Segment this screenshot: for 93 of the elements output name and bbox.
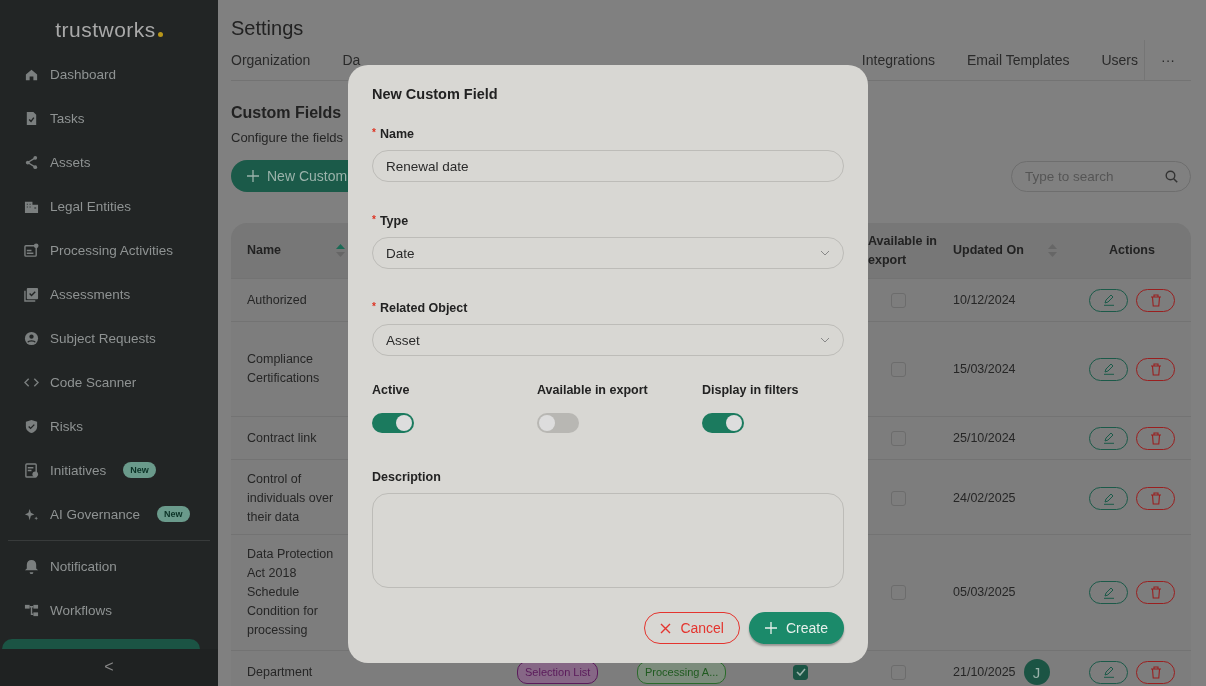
pencil-icon — [1102, 432, 1115, 444]
avatar: J — [1023, 659, 1050, 685]
flowchart-icon — [24, 603, 39, 619]
table-cell-text: Control of individuals over their data — [247, 471, 335, 526]
field-label: Type — [379, 214, 409, 228]
toggle-label: Available in export — [537, 383, 648, 397]
shield-icon — [24, 418, 39, 434]
sidebar-item[interactable]: Risks — [24, 404, 218, 448]
document-check-icon — [24, 110, 39, 126]
table-cell-text: Authorized — [247, 291, 307, 309]
chevron-icon — [820, 250, 830, 256]
table-cell-text: Compliance Certifications — [247, 351, 321, 387]
text-field[interactable]: Renewal date — [372, 150, 844, 182]
clipboard-icon — [24, 462, 39, 478]
table-cell-text: Data Protection Act 2018 Schedule Condition for processing — [247, 546, 335, 639]
sidebar-item[interactable]: Assessments — [24, 272, 218, 316]
card-icon — [24, 242, 39, 258]
table-cell-text: 15/03/2024 — [953, 360, 1016, 378]
toggle-switch[interactable] — [702, 413, 744, 433]
sidebar-item[interactable]: Notification — [24, 544, 218, 589]
table-cell-text: Department — [247, 663, 313, 681]
more-tab[interactable]: ··· — [1144, 40, 1175, 80]
dropdown[interactable]: Date — [372, 237, 844, 269]
sidebar-item[interactable]: Dashboard — [24, 52, 218, 96]
page-title: Settings — [231, 17, 304, 40]
new-badge: New — [123, 462, 156, 478]
selected-menu-item[interactable] — [2, 638, 200, 649]
create-button[interactable]: Create — [748, 612, 844, 644]
sidebar-item[interactable]: Assets — [24, 140, 218, 184]
person-icon — [24, 330, 39, 346]
toggle-label: Active — [372, 383, 410, 397]
trash-icon — [1149, 293, 1162, 307]
pencil-icon — [1102, 363, 1115, 375]
trash-icon — [1149, 362, 1162, 376]
sidebar-item[interactable]: Workflows — [24, 588, 218, 633]
plus-icon — [764, 622, 777, 634]
required-mark: * — [372, 127, 376, 140]
field-label: Related Object — [379, 301, 468, 315]
pencil-icon — [1102, 666, 1115, 678]
sidebar-item[interactable]: Initiatives New — [24, 448, 218, 492]
logo: trustworks — [55, 18, 156, 42]
toggle-label: Display in filters — [702, 383, 799, 397]
toggle-switch[interactable] — [372, 413, 414, 433]
chevron-icon — [820, 337, 830, 343]
table-cell-text: 05/03/2025 — [953, 584, 1016, 601]
table-cell-text: Contract link — [247, 429, 317, 447]
sidebar-item[interactable]: AI Governance New — [24, 492, 218, 536]
tab[interactable]: Users — [1101, 52, 1138, 68]
trash-icon — [1149, 431, 1162, 445]
field-label: Description — [372, 470, 441, 484]
close-icon — [660, 622, 672, 634]
pencil-icon — [1102, 294, 1115, 306]
pencil-icon — [1102, 586, 1115, 599]
section-description: Configure the fields — [231, 130, 343, 145]
plus-icon — [247, 170, 259, 182]
sparkle-icon — [24, 506, 39, 522]
table-cell-text: 24/02/2025 — [953, 490, 1016, 507]
tab[interactable]: Da — [342, 52, 361, 68]
dialog-title: New Custom Field — [372, 86, 499, 102]
trash-icon — [1149, 492, 1162, 505]
sort-icon[interactable] — [336, 244, 345, 257]
table-cell-text: 21/10/2025 — [953, 663, 1016, 681]
sidebar-item[interactable]: Processing Activities — [24, 228, 218, 272]
toggle-switch[interactable] — [537, 413, 579, 433]
checklist-icon — [24, 286, 39, 302]
column-header: Updated On — [953, 242, 1024, 259]
bell-icon — [24, 559, 39, 575]
table-cell-text: 10/12/2024 — [953, 291, 1016, 309]
trash-icon — [1149, 586, 1162, 599]
column-header: Available in export — [868, 232, 937, 269]
new-badge: New — [157, 506, 190, 522]
dropdown[interactable]: Asset — [372, 324, 844, 356]
tab[interactable]: Email Templates — [967, 52, 1070, 68]
required-mark: * — [372, 214, 376, 227]
column-header: Name — [247, 242, 282, 259]
sidebar-item[interactable]: Legal Entities — [24, 184, 218, 228]
sidebar-item[interactable]: Subject Requests — [24, 316, 218, 360]
tab[interactable]: Organization — [231, 52, 311, 68]
section-title: Custom Fields — [231, 104, 342, 122]
required-mark: * — [372, 301, 376, 314]
pencil-icon — [1102, 492, 1115, 505]
description-field[interactable] — [372, 493, 844, 588]
search-icon — [1165, 169, 1178, 183]
nodes-icon — [24, 154, 39, 170]
logo-dot — [157, 32, 163, 37]
trash-icon — [1149, 665, 1162, 679]
column-header: Actions — [1109, 242, 1155, 259]
table-cell-text: 25/10/2024 — [953, 429, 1016, 447]
sidebar-item[interactable]: Code Scanner — [24, 360, 218, 404]
field-label: Name — [379, 127, 414, 141]
tab[interactable]: Integrations — [861, 52, 935, 68]
checkbox[interactable] — [793, 664, 808, 680]
sidebar-item[interactable]: Tasks — [24, 96, 218, 140]
